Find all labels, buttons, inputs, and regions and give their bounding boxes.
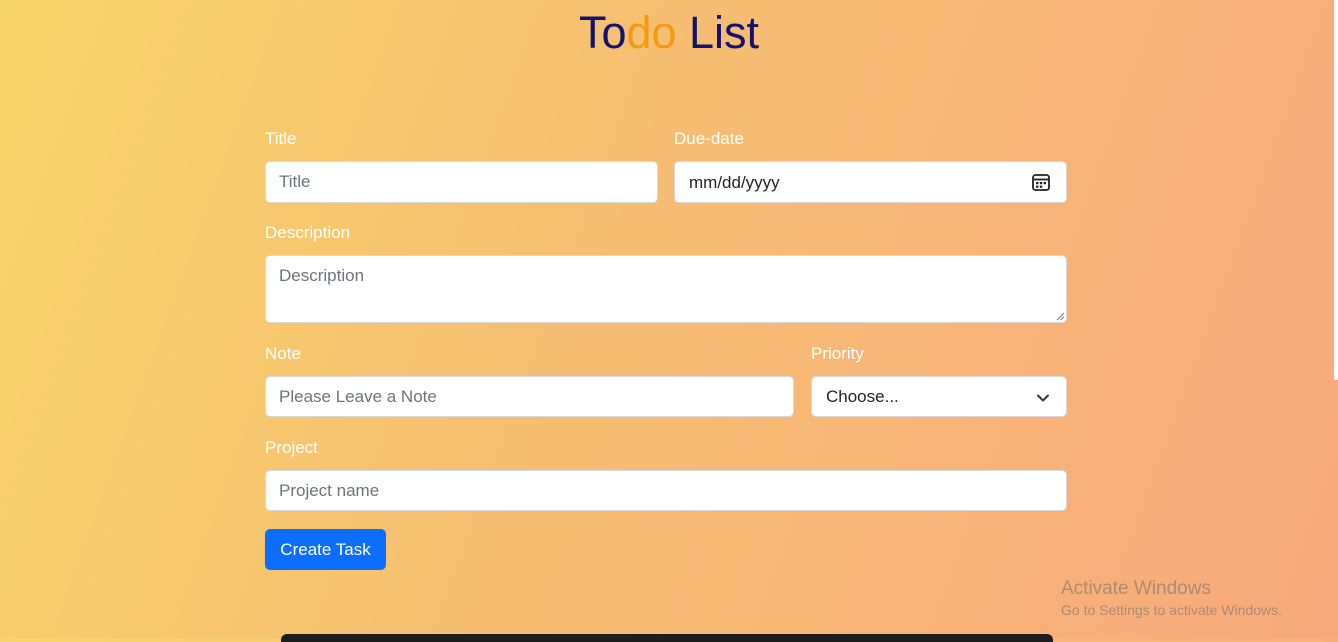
due-date-input[interactable]: mm/dd/yyyy <box>674 161 1067 203</box>
bottom-section-edge <box>281 634 1053 642</box>
project-input[interactable] <box>265 470 1067 511</box>
title-input[interactable] <box>265 161 658 203</box>
page-title: Todo List <box>0 6 1338 60</box>
priority-select[interactable]: Choose... <box>811 376 1067 417</box>
priority-selected-value: Choose... <box>826 387 899 406</box>
description-label: Description <box>265 223 351 242</box>
resize-grip-icon[interactable] <box>1056 312 1065 321</box>
title-part-do: do <box>626 7 677 58</box>
title-part-to: To <box>578 7 627 58</box>
due-date-value: mm/dd/yyyy <box>689 173 780 192</box>
priority-label: Priority <box>811 344 864 363</box>
activate-windows-title: Activate Windows <box>1061 578 1211 599</box>
title-part-list: List <box>676 7 760 58</box>
create-task-button[interactable]: Create Task <box>265 529 386 570</box>
description-textarea[interactable] <box>265 255 1067 323</box>
chevron-down-icon <box>1037 394 1049 402</box>
note-input[interactable] <box>265 376 794 417</box>
note-label: Note <box>265 344 301 363</box>
title-label: Title <box>265 129 297 148</box>
activate-windows-subtitle: Go to Settings to activate Windows. <box>1061 602 1282 618</box>
scrollbar[interactable] <box>1334 0 1338 380</box>
description-wrapper <box>265 255 1067 323</box>
calendar-icon[interactable] <box>1031 172 1051 192</box>
due-date-label: Due-date <box>674 129 744 148</box>
project-label: Project <box>265 438 318 457</box>
